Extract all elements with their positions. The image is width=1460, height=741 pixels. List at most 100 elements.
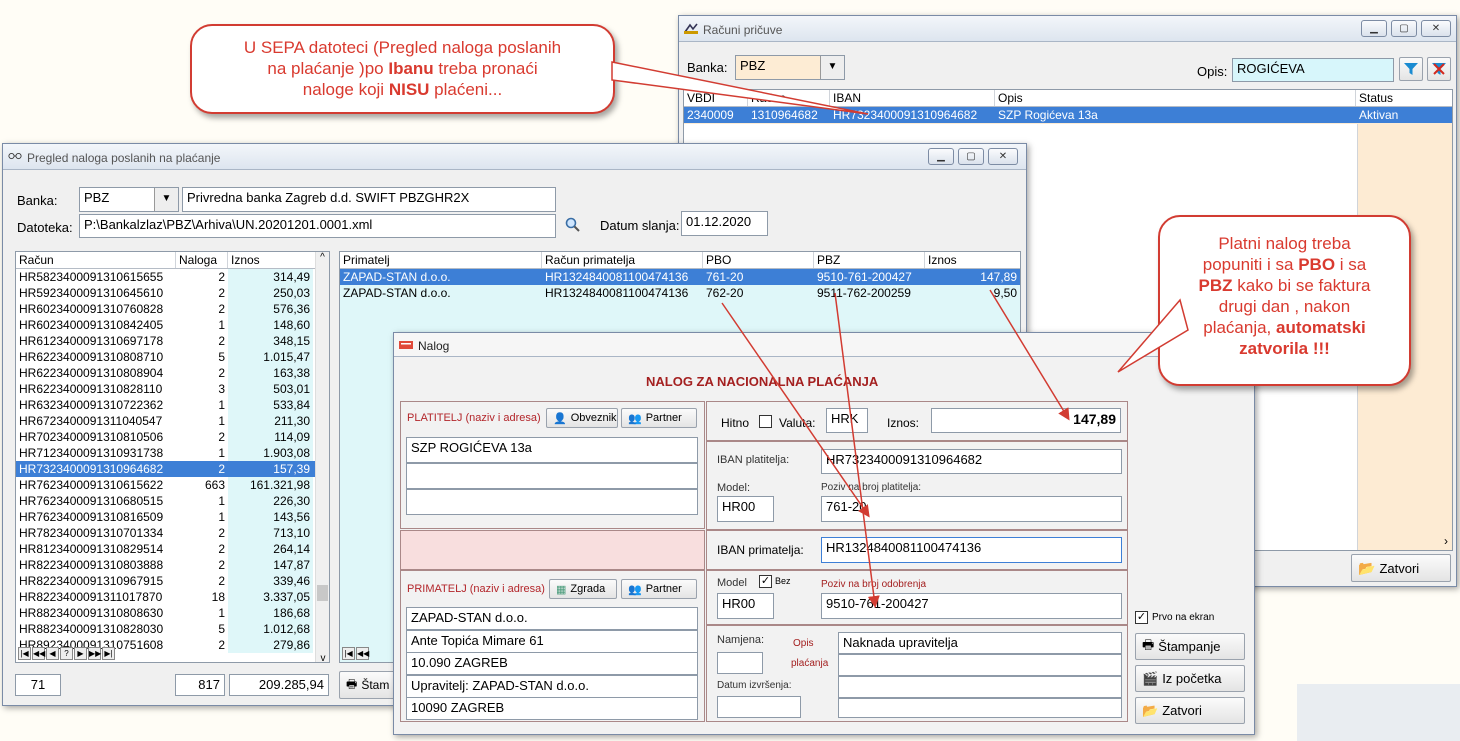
col-pbz[interactable]: PBZ	[814, 252, 925, 268]
table-row[interactable]: HR8223400091310967915 2 339,46	[16, 573, 329, 589]
nav-nextpage-icon[interactable]: ▶▶	[88, 647, 101, 660]
izpocetka-button[interactable]: 🎬 Iz početka	[1135, 665, 1245, 692]
opis-placanja-line-4[interactable]	[838, 698, 1122, 718]
maximize-button[interactable]: ▢	[1391, 20, 1417, 37]
table-row[interactable]: HR6323400091310722362 1 533,84	[16, 397, 329, 413]
col-iznos[interactable]: Iznos	[925, 252, 1020, 268]
scroll-down-icon[interactable]: v	[316, 653, 329, 662]
obveznik-button[interactable]: 👤 Obveznik	[546, 408, 618, 428]
scroll-thumb[interactable]	[317, 585, 328, 601]
primatelj-line-3[interactable]: 10.090 ZAGREB	[406, 652, 698, 675]
minimize-button[interactable]: ▁	[928, 148, 954, 165]
primatelj-line-1[interactable]: ZAPAD-STAN d.o.o.	[406, 607, 698, 630]
nav-next-icon[interactable]: ▶	[74, 647, 87, 660]
iban-platitelja-input[interactable]: HR7323400091310964682	[821, 449, 1122, 474]
datum-izvrsenja-input[interactable]	[717, 696, 801, 718]
col-status[interactable]: Status	[1356, 90, 1452, 106]
table-row[interactable]: HR7123400091310931738 1 1.903,08	[16, 445, 329, 461]
nav-first-icon[interactable]: |◀	[342, 647, 355, 660]
platitelj-line-3[interactable]	[406, 489, 698, 515]
model-platitelja-input[interactable]: HR00	[717, 496, 774, 522]
table-row[interactable]: HR7623400091310816509 1 143,56	[16, 509, 329, 525]
table-row[interactable]: HR7823400091310701334 2 713,10	[16, 525, 329, 541]
table-row[interactable]: ZAPAD-STAN d.o.o. HR1324840081100474136 76…	[340, 285, 1020, 301]
nav-first-icon[interactable]: |◀	[18, 647, 31, 660]
namjena-input[interactable]	[717, 652, 763, 674]
col-vbdi[interactable]: VBDI	[684, 90, 748, 106]
partner2-button[interactable]: 👥 Partner	[621, 579, 697, 599]
nav-prevpage-icon[interactable]: ◀◀	[32, 647, 45, 660]
nav-prevpage-icon[interactable]: ◀◀	[356, 647, 369, 660]
primatelj-line-4[interactable]: Upravitelj: ZAPAD-STAN d.o.o.	[406, 674, 698, 698]
nav-prev-icon[interactable]: ◀	[46, 647, 59, 660]
table-row[interactable]: HR6223400091310828110 3 503,01	[16, 381, 329, 397]
racuni-titlebar[interactable]: Računi pričuve ▁ ▢ ✕	[679, 16, 1456, 42]
hitno-checkbox[interactable]	[759, 415, 772, 428]
maximize-button[interactable]: ▢	[958, 148, 984, 165]
table-row[interactable]: HR8823400091310808630 1 186,68	[16, 605, 329, 621]
model-primatelja-input[interactable]: HR00	[717, 593, 774, 619]
pregled-titlebar[interactable]: Pregled naloga poslanih na plaćanje ▁ ▢ …	[3, 144, 1026, 170]
scroll-up-icon[interactable]: ^	[316, 252, 329, 263]
partner-button[interactable]: 👥 Partner	[621, 408, 697, 428]
table-row[interactable]: HR6023400091310842405 1 148,60	[16, 317, 329, 333]
table-row[interactable]: HR7023400091310810506 2 114,09	[16, 429, 329, 445]
iznos-input[interactable]: 147,89	[931, 408, 1121, 433]
table-row[interactable]: HR5823400091310615655 2 314,49	[16, 269, 329, 285]
zgrada-button[interactable]: ▦ Zgrada	[549, 579, 617, 599]
table-row[interactable]: HR6223400091310808904 2 163,38	[16, 365, 329, 381]
col-naloga[interactable]: Naloga	[176, 252, 228, 268]
table-row[interactable]: HR8123400091310829514 2 264,14	[16, 541, 329, 557]
clear-filter-button[interactable]	[1427, 57, 1451, 81]
table-row[interactable]: 2340009 1310964682 HR7323400091310964682…	[684, 107, 1452, 123]
bez-checkbox[interactable]: ✓	[759, 575, 772, 588]
opis-placanja-line-2[interactable]	[838, 654, 1122, 676]
platitelj-line-2[interactable]	[406, 463, 698, 489]
opis-placanja-line-1[interactable]: Naknada upravitelja	[838, 632, 1122, 654]
platitelj-line-1[interactable]: SZP ROGIĆEVA 13a	[406, 437, 698, 463]
nav-help-icon[interactable]: ?	[60, 647, 73, 660]
racun-grid[interactable]: Račun Naloga Iznos HR5823400091310615655…	[15, 251, 330, 663]
nalog-titlebar[interactable]: Nalog	[394, 333, 1254, 357]
col-racun-primatelja[interactable]: Račun primatelja	[542, 252, 703, 268]
scroll-right-icon[interactable]: ›	[1444, 534, 1448, 548]
record-navigator[interactable]: |◀ ◀◀ ◀? ▶ ▶▶ ▶|	[18, 647, 115, 660]
table-row[interactable]: ZAPAD-STAN d.o.o. HR1324840081100474136 76…	[340, 269, 1020, 285]
opis-placanja-line-3[interactable]	[838, 676, 1122, 698]
col-pbo[interactable]: PBO	[703, 252, 814, 268]
vertical-scrollbar[interactable]: ^ v	[315, 252, 329, 662]
primatelj-line-5[interactable]: 10090 ZAGREB	[406, 697, 698, 720]
banka-select[interactable]: PBZ ▼	[79, 187, 179, 212]
table-row[interactable]: HR6723400091311040547 1 211,30	[16, 413, 329, 429]
table-row[interactable]: HR6223400091310808710 5 1.015,47	[16, 349, 329, 365]
table-row[interactable]: HR8823400091310828030 5 1.012,68	[16, 621, 329, 637]
stampanje-button[interactable]: 🖶 Štam	[339, 671, 399, 699]
col-racun[interactable]: Račun	[748, 90, 830, 106]
banka-select[interactable]: PBZ ▼	[735, 55, 845, 80]
nav-last-icon[interactable]: ▶|	[102, 647, 115, 660]
close-button[interactable]: ✕	[1421, 20, 1451, 37]
close-button[interactable]: ✕	[988, 148, 1018, 165]
poziv-odobrenja-input[interactable]: 9510-761-200427	[821, 593, 1122, 619]
table-row[interactable]: HR5923400091310645610 2 250,03	[16, 285, 329, 301]
datum-input[interactable]: 01.12.2020	[681, 211, 768, 236]
datoteka-input[interactable]: P:\Bankalzlaz\PBZ\Arhiva\UN.20201201.000…	[79, 214, 556, 238]
record-navigator-right[interactable]: |◀ ◀◀	[342, 647, 369, 660]
primatelj-line-2[interactable]: Ante Topića Mimare 61	[406, 629, 698, 653]
table-row[interactable]: HR7323400091310964682 2 157,39	[16, 461, 329, 477]
table-row[interactable]: HR7623400091310680515 1 226,30	[16, 493, 329, 509]
col-iznos[interactable]: Iznos	[228, 252, 313, 268]
poziv-platitelja-input[interactable]: 761-20	[821, 496, 1122, 522]
zatvori-button[interactable]: 📂 Zatvori	[1135, 697, 1245, 724]
table-row[interactable]: HR6023400091310760828 2 576,36	[16, 301, 329, 317]
prvo-checkbox[interactable]: ✓	[1135, 611, 1148, 624]
opis-input[interactable]: ROGIĆEVA	[1232, 58, 1394, 82]
filter-button[interactable]	[1399, 57, 1423, 81]
table-row[interactable]: HR8223400091310803888 2 147,87	[16, 557, 329, 573]
table-row[interactable]: HR8223400091311017870 18 3.337,05	[16, 589, 329, 605]
valuta-input[interactable]: HRK	[826, 408, 868, 433]
zatvori-button[interactable]: 📂 Zatvori	[1351, 554, 1451, 582]
col-opis[interactable]: Opis	[995, 90, 1356, 106]
col-primatelj[interactable]: Primatelj	[340, 252, 542, 268]
search-icon[interactable]	[565, 217, 581, 233]
